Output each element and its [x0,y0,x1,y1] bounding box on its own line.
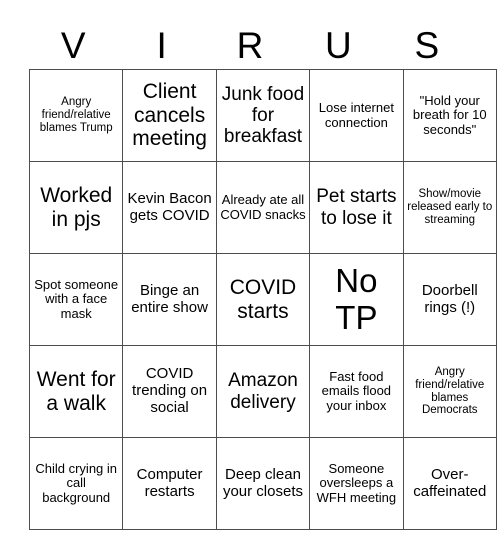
bingo-cell[interactable]: Kevin Bacon gets COVID [122,161,217,254]
bingo-cell[interactable]: Amazon delivery [215,345,311,438]
bingo-grid: Angry friend/relative blames Trump Clien… [28,69,497,530]
bingo-cell[interactable]: Computer restarts [122,437,217,530]
bingo-row: Went for a walk COVID trending on social… [28,345,497,438]
bingo-cell[interactable]: Fast food emails flood your inbox [309,345,404,438]
bingo-row: Angry friend/relative blames Trump Clien… [28,69,497,162]
header-letter-5: S [414,25,440,66]
bingo-cell[interactable]: Binge an entire show [122,253,217,346]
bingo-cell[interactable]: Show/movie released early to streaming [402,161,497,254]
header-letter-4: U [325,25,352,66]
bingo-cell[interactable]: Client cancels meeting [122,69,217,162]
bingo-card: V I R U S Angry friend/relative blames T… [28,22,497,530]
bingo-cell[interactable]: Deep clean your closets [215,437,311,530]
bingo-header: V I R U S [29,22,471,69]
bingo-cell[interactable]: Worked in pjs [28,161,124,254]
bingo-cell[interactable]: Already ate all COVID snacks [215,161,311,254]
bingo-cell[interactable]: COVID starts [215,253,311,346]
bingo-cell[interactable]: Someone oversleeps a WFH meeting [309,437,404,530]
bingo-cell[interactable]: Lose internet connection [309,69,404,162]
bingo-row: Spot someone with a face mask Binge an e… [28,253,497,346]
bingo-cell[interactable]: Angry friend/relative blames Trump [28,69,124,162]
bingo-cell[interactable]: Child crying in call background [28,437,124,530]
bingo-cell[interactable]: Went for a walk [28,345,124,438]
bingo-cell[interactable]: Spot someone with a face mask [28,253,124,346]
bingo-cell-center[interactable]: No TP [309,253,404,346]
bingo-cell[interactable]: Pet starts to lose it [309,161,404,254]
bingo-cell[interactable]: "Hold your breath for 10 seconds" [402,69,497,162]
bingo-cell[interactable]: Over-caffeinated [402,437,497,530]
header-letter-3: R [236,25,264,66]
bingo-cell[interactable]: Junk food for breakfast [215,69,311,162]
bingo-cell[interactable]: Doorbell rings (!) [402,253,497,346]
bingo-row: Worked in pjs Kevin Bacon gets COVID Alr… [28,161,497,254]
bingo-cell[interactable]: Angry friend/relative blames Democrats [402,345,497,438]
bingo-row: Child crying in call background Computer… [28,437,497,530]
header-letter-1: V [60,25,86,66]
bingo-cell[interactable]: COVID trending on social [122,345,217,438]
header-letter-2: I [156,25,167,66]
